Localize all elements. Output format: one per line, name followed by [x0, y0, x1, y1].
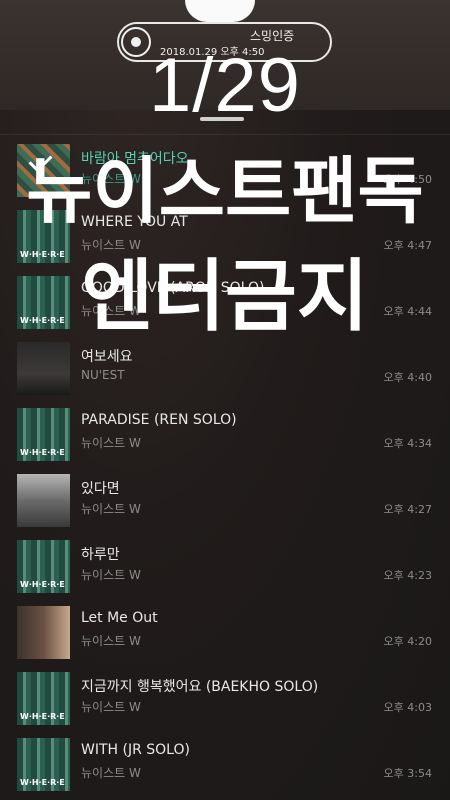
list-item[interactable]: PARADISE (REN SOLO) 뉴이스트 W 오후 4:34: [0, 404, 450, 470]
drag-handle[interactable]: [200, 117, 244, 121]
play-time: 오후 3:54: [383, 767, 432, 780]
play-time: 오후 4:27: [383, 503, 432, 516]
list-item[interactable]: 여보세요 NU'EST 오후 4:40: [0, 338, 450, 404]
song-title: WITH (JR SOLO): [81, 742, 190, 758]
song-artist: 뉴이스트 W: [81, 502, 141, 516]
play-time: 오후 4:20: [383, 635, 432, 648]
song-title: 하루만: [81, 547, 120, 563]
song-title: 지금까지 행복했어요 (BAEKHO SOLO): [81, 679, 319, 695]
pill-title: 스밍인증: [250, 29, 295, 43]
divider: [0, 134, 450, 135]
play-time: 오후 4:03: [383, 701, 432, 714]
song-artist: 뉴이스트 W: [81, 436, 141, 450]
album-art: [17, 342, 70, 395]
date-overlay: 1/29: [149, 43, 301, 128]
list-item[interactable]: 하루만뉴이스트 W 오후 4:23: [0, 536, 450, 602]
list-item[interactable]: WITH (JR SOLO) 뉴이스트 W 오후 3:54: [0, 734, 450, 800]
song-artist: NU'EST: [81, 368, 125, 382]
album-art: [17, 606, 70, 659]
list-item[interactable]: Let Me Out 뉴이스트 W 오후 4:20: [0, 602, 450, 668]
album-art: [17, 672, 70, 725]
song-artist: 뉴이스트 W: [81, 766, 141, 780]
song-artist: 뉴이스트 W: [81, 634, 141, 648]
play-time: 오후 4:40: [383, 371, 432, 384]
recent-songs-list: 바람아 멈추어다오뉴이스트 W오후 4:50WHERE YOU AT뉴이스트 W…: [0, 140, 450, 800]
song-title: Let Me Out: [81, 610, 158, 626]
song-artist: 뉴이스트 W: [81, 700, 141, 714]
album-art: [17, 540, 70, 593]
redacted-area: [185, 0, 255, 22]
song-title: 있다면: [81, 481, 120, 497]
list-item[interactable]: 지금까지 행복했어요 (BAEKHO SOLO) 뉴이스트 W 오후 4:03: [0, 668, 450, 734]
song-title: 여보세요: [81, 349, 133, 365]
album-art: [17, 738, 70, 791]
song-artist: 뉴이스트 W: [81, 238, 141, 252]
overlay-subtitle: 엔터금지: [81, 252, 369, 342]
play-time: 오후 4:47: [383, 239, 432, 252]
album-art: [17, 474, 70, 527]
song-artist: 뉴이스트 W: [81, 568, 141, 582]
song-title: PARADISE (REN SOLO): [81, 412, 237, 428]
list-item[interactable]: 있다면뉴이스트 W 오후 4:27: [0, 470, 450, 536]
album-art: [17, 408, 70, 461]
overlay-title: 뉴이스트팬독: [26, 149, 424, 233]
play-time: 오후 4:34: [383, 437, 432, 450]
play-time: 오후 4:23: [383, 569, 432, 582]
